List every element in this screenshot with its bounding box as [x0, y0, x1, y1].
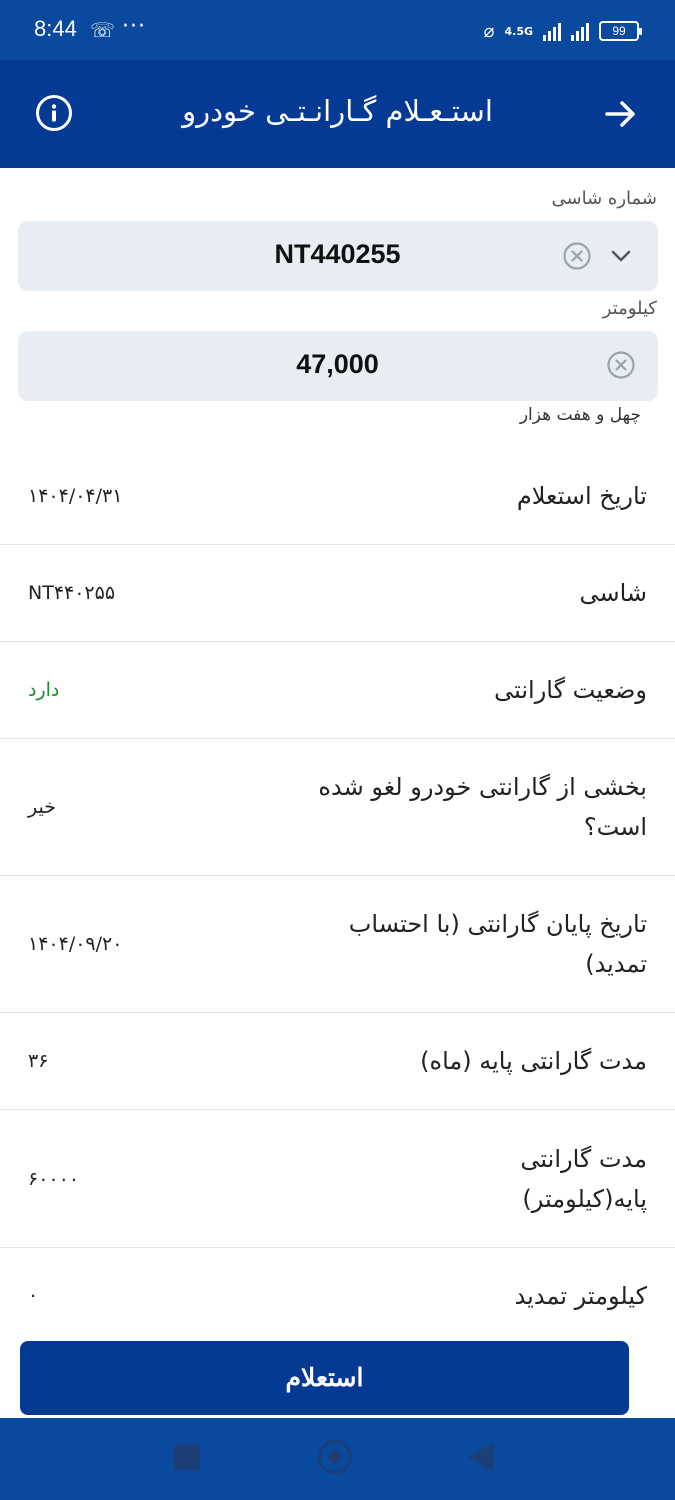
result-row: شاسی NT۴۴۰۲۵۵: [0, 545, 675, 642]
missed-call-icon: ☏: [90, 18, 116, 42]
chevron-down-icon[interactable]: [608, 243, 634, 269]
result-row: کیلومتر تمدید ۰: [0, 1248, 675, 1343]
result-row: وضعیت گارانتی دارد: [0, 642, 675, 739]
warranty-status-value: دارد: [28, 679, 60, 701]
chassis-select[interactable]: NT440255: [18, 221, 658, 291]
home-icon[interactable]: [318, 1440, 352, 1474]
km-label: کیلومتر: [602, 298, 657, 319]
result-row: تاریخ پایان گارانتی (با احتساب تمدید) ۱۴…: [0, 876, 675, 1013]
battery-level: 99: [612, 24, 626, 38]
page-title: استـعـلام گـارانـتـی خودرو: [182, 94, 493, 128]
clear-icon[interactable]: [563, 242, 591, 270]
row-value: ۰: [28, 1284, 39, 1306]
row-value: NT۴۴۰۲۵۵: [28, 582, 116, 604]
status-time: 8:44: [34, 16, 77, 41]
row-value: ۱۴۰۴/۰۹/۲۰: [28, 933, 123, 955]
row-label: تاریخ استعلام: [516, 482, 647, 510]
battery-icon: 99: [599, 21, 642, 41]
system-nav-bar: [0, 1418, 675, 1500]
row-label: مدت گارانتی پایه(کیلومتر): [520, 1144, 647, 1213]
vibrate-off-icon: ⌀: [483, 20, 495, 42]
result-row: مدت گارانتی پایه (ماه) ۳۶: [0, 1013, 675, 1110]
row-value: ۱۴۰۴/۰۴/۳۱: [28, 485, 123, 507]
network-type: 4.5G: [504, 24, 533, 38]
row-label: کیلومتر تمدید: [514, 1282, 647, 1310]
chassis-label: شماره شاسی: [551, 188, 657, 209]
row-label: تاریخ پایان گارانتی (با احتساب تمدید): [348, 910, 647, 978]
result-row: مدت گارانتی پایه(کیلومتر) ۶۰۰۰۰: [0, 1110, 675, 1248]
more-notifications-icon: ···: [122, 14, 146, 39]
result-row: بخشی از گارانتی خودرو لغو شده است؟ خیر: [0, 739, 675, 876]
app-bar: استـعـلام گـارانـتـی خودرو: [0, 60, 675, 168]
recent-apps-icon[interactable]: [174, 1444, 200, 1470]
result-row: تاریخ استعلام ۱۴۰۴/۰۴/۳۱: [0, 448, 675, 545]
status-indicators: ⌀ 4.5G 99: [483, 16, 642, 46]
status-bar: 8:44 ☏ ··· ⌀ 4.5G 99: [0, 0, 675, 60]
km-in-words: چهل و هفت هزار: [519, 405, 641, 425]
inquiry-button[interactable]: استعلام: [20, 1341, 629, 1415]
signal-icon-2: [571, 21, 589, 41]
back-triangle-icon[interactable]: [468, 1442, 494, 1472]
back-arrow-icon[interactable]: [603, 96, 639, 132]
row-value: خیر: [28, 796, 56, 818]
row-label: شاسی: [579, 579, 647, 607]
row-value: ۶۰۰۰۰: [28, 1167, 80, 1190]
clear-icon[interactable]: [607, 351, 635, 379]
signal-icon: [543, 21, 561, 41]
km-input[interactable]: 47,000: [18, 331, 658, 401]
row-value: ۳۶: [28, 1050, 49, 1072]
row-label: وضعیت گارانتی: [494, 676, 647, 704]
km-value: 47,000: [296, 349, 379, 379]
row-label: بخشی از گارانتی خودرو لغو شده است؟: [318, 773, 647, 841]
row-label: مدت گارانتی پایه (ماه): [420, 1047, 647, 1075]
